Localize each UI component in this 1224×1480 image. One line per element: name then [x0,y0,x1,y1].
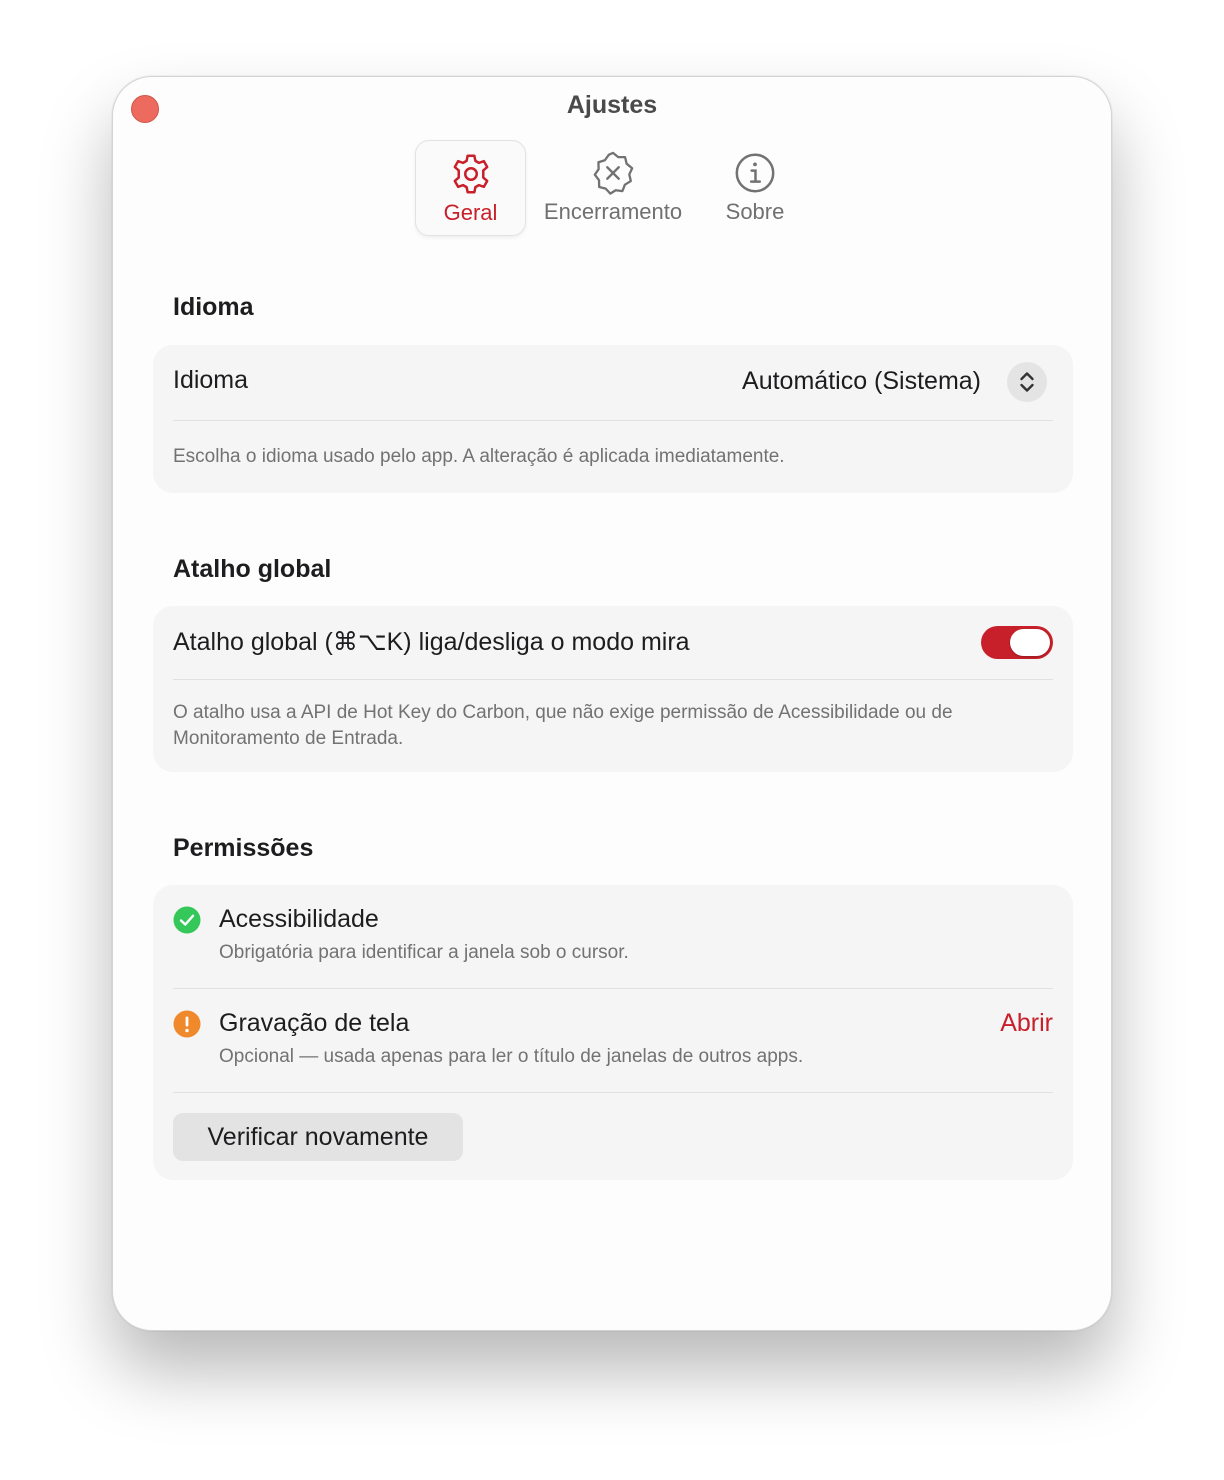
tab-encerramento[interactable]: Encerramento [531,140,695,236]
settings-window: Ajustes Geral Encerramento Sobre Idioma … [112,76,1112,1331]
checkmark-circle-icon [173,906,201,934]
shortcut-toggle[interactable] [981,626,1053,659]
screen-recording-title: Gravação de tela [219,1009,410,1037]
shortcut-divider [173,679,1053,680]
shortcut-row-label: Atalho global (⌘⌥K) liga/desliga o modo … [173,628,690,656]
recheck-button[interactable]: Verificar novamente [173,1113,463,1161]
tab-sobre[interactable]: Sobre [705,140,805,236]
tab-encerramento-label: Encerramento [543,199,683,224]
tab-sobre-label: Sobre [725,199,785,224]
permissions-divider-2 [173,1092,1053,1093]
shortcut-card: Atalho global (⌘⌥K) liga/desliga o modo … [153,606,1073,772]
language-divider [173,420,1053,421]
accessibility-title: Acessibilidade [219,905,379,933]
shortcut-section-title: Atalho global [173,555,332,583]
shortcut-footnote: O atalho usa a API de Hot Key do Carbon,… [173,702,953,749]
window-title: Ajustes [566,91,658,119]
gear-icon [453,154,488,194]
language-section-title: Idioma [173,293,254,321]
chevron-up-down-icon [1020,372,1034,392]
info-circle-icon [735,153,775,193]
permissions-card: Acessibilidade Obrigatória para identifi… [153,885,1073,1180]
screen-recording-description: Opcional — usada apenas para ler o títul… [219,1046,804,1067]
tab-geral[interactable]: Geral [415,140,526,236]
language-select-value[interactable]: Automático (Sistema) [742,367,981,396]
accessibility-description: Obrigatória para identificar a janela so… [219,942,629,963]
language-footnote: Escolha o idioma usado pelo app. A alter… [173,446,785,467]
xmark-seal-icon [593,151,634,195]
language-card: Idioma Automático (Sistema) Escolha o id… [153,345,1073,493]
permissions-section-title: Permissões [173,834,314,862]
settings-toolbar: Geral Encerramento Sobre [113,140,1111,238]
language-row-label: Idioma [173,366,249,394]
permissions-divider-1 [173,988,1053,989]
language-select-stepper[interactable] [1007,362,1047,402]
tab-geral-label: Geral [443,200,498,225]
exclamation-circle-icon [173,1010,201,1038]
open-screen-recording-link[interactable]: Abrir [1000,1009,1053,1038]
toggle-knob [1010,629,1050,656]
